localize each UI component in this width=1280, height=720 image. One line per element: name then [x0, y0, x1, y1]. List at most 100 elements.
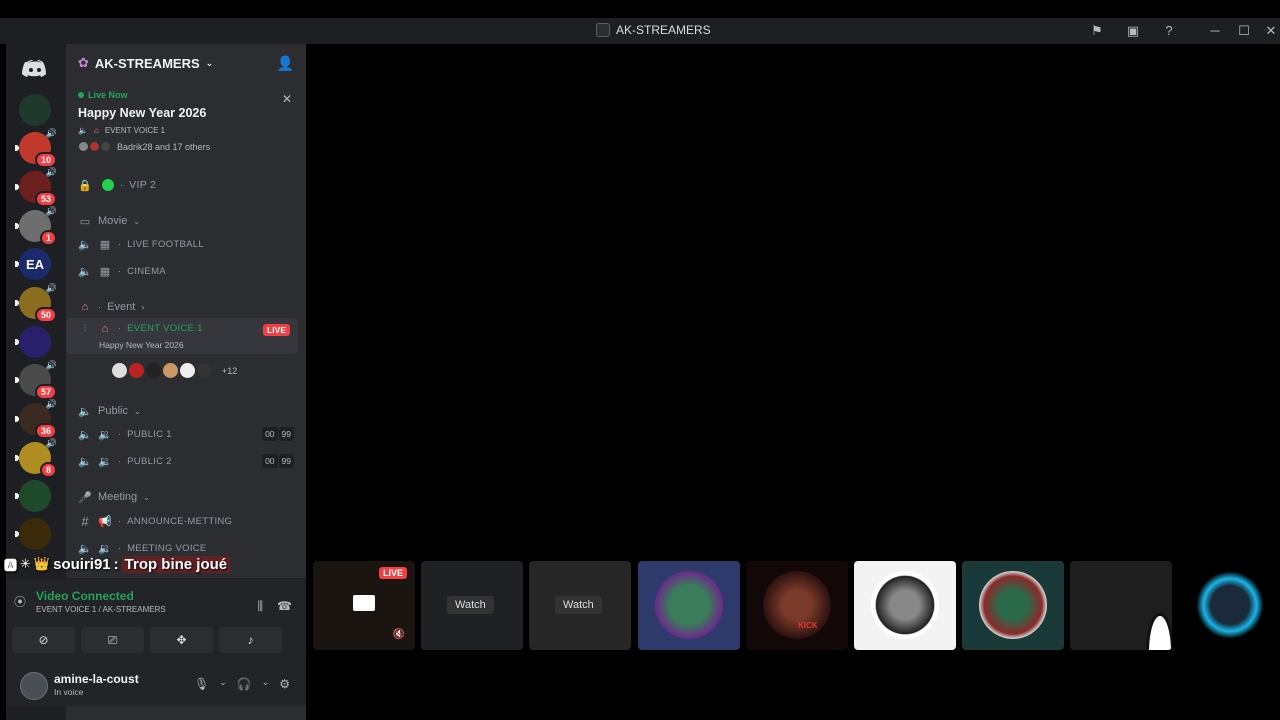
- disconnect-icon[interactable]: ☎: [277, 599, 292, 614]
- channel-live-football[interactable]: 🔈 ▦ · LIVE FOOTBALL: [66, 233, 306, 255]
- avatar: [100, 141, 111, 152]
- chevron-down-icon[interactable]: ⌄: [219, 677, 227, 691]
- watch-button[interactable]: Watch: [447, 596, 494, 614]
- muted-icon: 🔇: [392, 629, 405, 640]
- server-icon-5[interactable]: EA: [15, 248, 51, 280]
- mention-badge: 50: [34, 307, 57, 323]
- stream-tile[interactable]: Watch: [421, 561, 523, 650]
- avatar[interactable]: [20, 672, 48, 700]
- channel-cinema[interactable]: 🔈 ▦ · CINEMA: [66, 260, 306, 282]
- noise-suppression-icon[interactable]: ⫼: [258, 599, 264, 614]
- voice-user-list: +12: [112, 363, 237, 378]
- live-badge: LIVE: [263, 324, 290, 336]
- category-meeting[interactable]: 🎤 Meeting ⌄: [66, 486, 306, 508]
- minimize-button[interactable]: ─: [1206, 22, 1224, 40]
- server-icon-1[interactable]: [19, 94, 51, 126]
- activities-button[interactable]: ✥: [150, 627, 213, 653]
- channel-event-voice-1[interactable]: ⫶ ⌂ · EVENT VOICE 1 LIVE Happy New Year …: [66, 318, 298, 354]
- invite-user-icon[interactable]: 👤: [277, 55, 294, 72]
- chevron-down-icon: ⌄: [133, 406, 141, 416]
- sparkle-icon: ✳: [20, 556, 31, 571]
- channel-public-1[interactable]: 🔈 🔉 · PUBLIC 1 00 99: [66, 423, 306, 445]
- participant-tile[interactable]: KICK: [746, 561, 848, 650]
- kick-label: KICK: [798, 621, 818, 630]
- voice-activity-icon: ⫶: [83, 323, 87, 335]
- channel-public-2[interactable]: 🔈 🔉 · PUBLIC 2 00 99: [66, 450, 306, 472]
- server-icon-10[interactable]: 8 🔊: [15, 438, 57, 478]
- server-icon-4[interactable]: 1 🔊: [15, 206, 57, 246]
- close-icon[interactable]: ✕: [282, 92, 292, 106]
- stream-tile[interactable]: Watch: [529, 561, 631, 650]
- server-icon-9[interactable]: 36 🔊: [15, 399, 57, 439]
- screen-share-button[interactable]: ⎚: [81, 627, 144, 653]
- avatar: [871, 571, 939, 639]
- chevron-down-icon: ⌄: [205, 57, 214, 68]
- user-panel: amine-la-coust In voice 🎙 ⌄ 🎧 ⌄ ⚙: [6, 666, 306, 706]
- screen-share-icon: [353, 595, 375, 611]
- category-movie[interactable]: ▭ Movie ⌄: [66, 210, 306, 232]
- soundboard-button[interactable]: ♪: [219, 627, 282, 653]
- avatar[interactable]: [180, 363, 195, 378]
- server-icon-12[interactable]: [15, 518, 51, 550]
- server-icon-3[interactable]: 53 🔊: [15, 167, 57, 207]
- headphones-icon[interactable]: 🎧: [237, 677, 252, 691]
- camera-off-button[interactable]: ⊘: [12, 627, 75, 653]
- participant-tile[interactable]: [854, 561, 956, 650]
- live-event-title: Happy New Year 2026: [78, 106, 207, 120]
- avatar[interactable]: [146, 363, 161, 378]
- server-header[interactable]: ✿ AK-STREAMERS ⌄ 👤: [66, 44, 306, 82]
- close-button[interactable]: ✕: [1262, 22, 1280, 40]
- more-users-count[interactable]: +12: [222, 366, 237, 376]
- server-icon-8[interactable]: 57 🔊: [15, 360, 57, 400]
- channel-label: PUBLIC 1: [127, 428, 172, 440]
- gear-icon[interactable]: ⚙: [279, 677, 290, 691]
- server-icon-7[interactable]: [15, 326, 51, 358]
- chevron-down-icon[interactable]: ⌄: [262, 677, 270, 691]
- screen-share-icon: ⎚: [107, 632, 118, 647]
- discord-home-icon[interactable]: [19, 52, 51, 84]
- server-icon-6[interactable]: 50 🔊: [15, 283, 57, 323]
- voice-status-title: Video Connected: [36, 589, 134, 603]
- participant-tile[interactable]: [638, 561, 740, 650]
- server-avatar: EA: [19, 248, 51, 280]
- voice-status[interactable]: ⦿ Video Connected EVENT VOICE 1 / AK-STR…: [14, 589, 166, 614]
- inbox-icon[interactable]: ▣: [1124, 22, 1142, 40]
- separator-dot: ·: [118, 238, 122, 250]
- stream-tiles: LIVE 🔇 Watch Watch KICK: [313, 561, 1280, 651]
- badge-icon: 🅰: [4, 557, 18, 573]
- avatar[interactable]: [197, 363, 212, 378]
- avatar[interactable]: [129, 363, 144, 378]
- channel-vip-2[interactable]: 🔒 · VIP 2: [66, 174, 306, 196]
- signal-icon: ⦿: [14, 595, 27, 609]
- participant-tile[interactable]: [962, 561, 1064, 650]
- server-icon-11[interactable]: [15, 480, 51, 512]
- help-icon[interactable]: ?: [1160, 22, 1178, 40]
- microphone-icon[interactable]: 🎙: [194, 677, 209, 691]
- live-now-card[interactable]: Live Now Happy New Year 2026 🔈 ⌂ EVENT V…: [72, 84, 300, 160]
- avatar: [763, 571, 831, 639]
- avatar[interactable]: [112, 363, 127, 378]
- participant-tile[interactable]: [1070, 561, 1172, 650]
- voice-active-icon: 🔊: [45, 128, 57, 138]
- title-bar: AK-STREAMERS ⚑ ▣ ? ─ ☐ ✕: [0, 18, 1280, 44]
- flag-icon[interactable]: ⚑: [1088, 22, 1106, 40]
- avatar[interactable]: [163, 363, 178, 378]
- speaker-icon: 🔈: [78, 238, 92, 251]
- username[interactable]: amine-la-coust: [54, 672, 139, 686]
- channel-label: LIVE FOOTBALL: [127, 238, 204, 250]
- server-icon: ✿: [78, 55, 89, 70]
- category-event[interactable]: ⌂ · Event ›: [66, 296, 306, 318]
- channel-announce-metting[interactable]: # 📢 · ANNOUNCE-METTING: [66, 510, 306, 532]
- live-now-label: Live Now: [78, 90, 294, 100]
- stream-tile[interactable]: LIVE 🔇: [313, 561, 415, 650]
- separator-dot: ·: [118, 515, 122, 527]
- watch-button[interactable]: Watch: [555, 596, 602, 614]
- screen-icon: ▭: [79, 215, 91, 228]
- participant-tile[interactable]: [1179, 561, 1280, 650]
- voice-active-icon: 🔊: [45, 206, 57, 216]
- category-public[interactable]: 🔈 Public ⌄: [66, 400, 306, 422]
- maximize-button[interactable]: ☐: [1235, 22, 1253, 40]
- server-icon-2[interactable]: 10 🔊: [15, 128, 57, 168]
- server-name: AK-STREAMERS: [94, 55, 200, 71]
- activities-icon: ✥: [176, 633, 187, 647]
